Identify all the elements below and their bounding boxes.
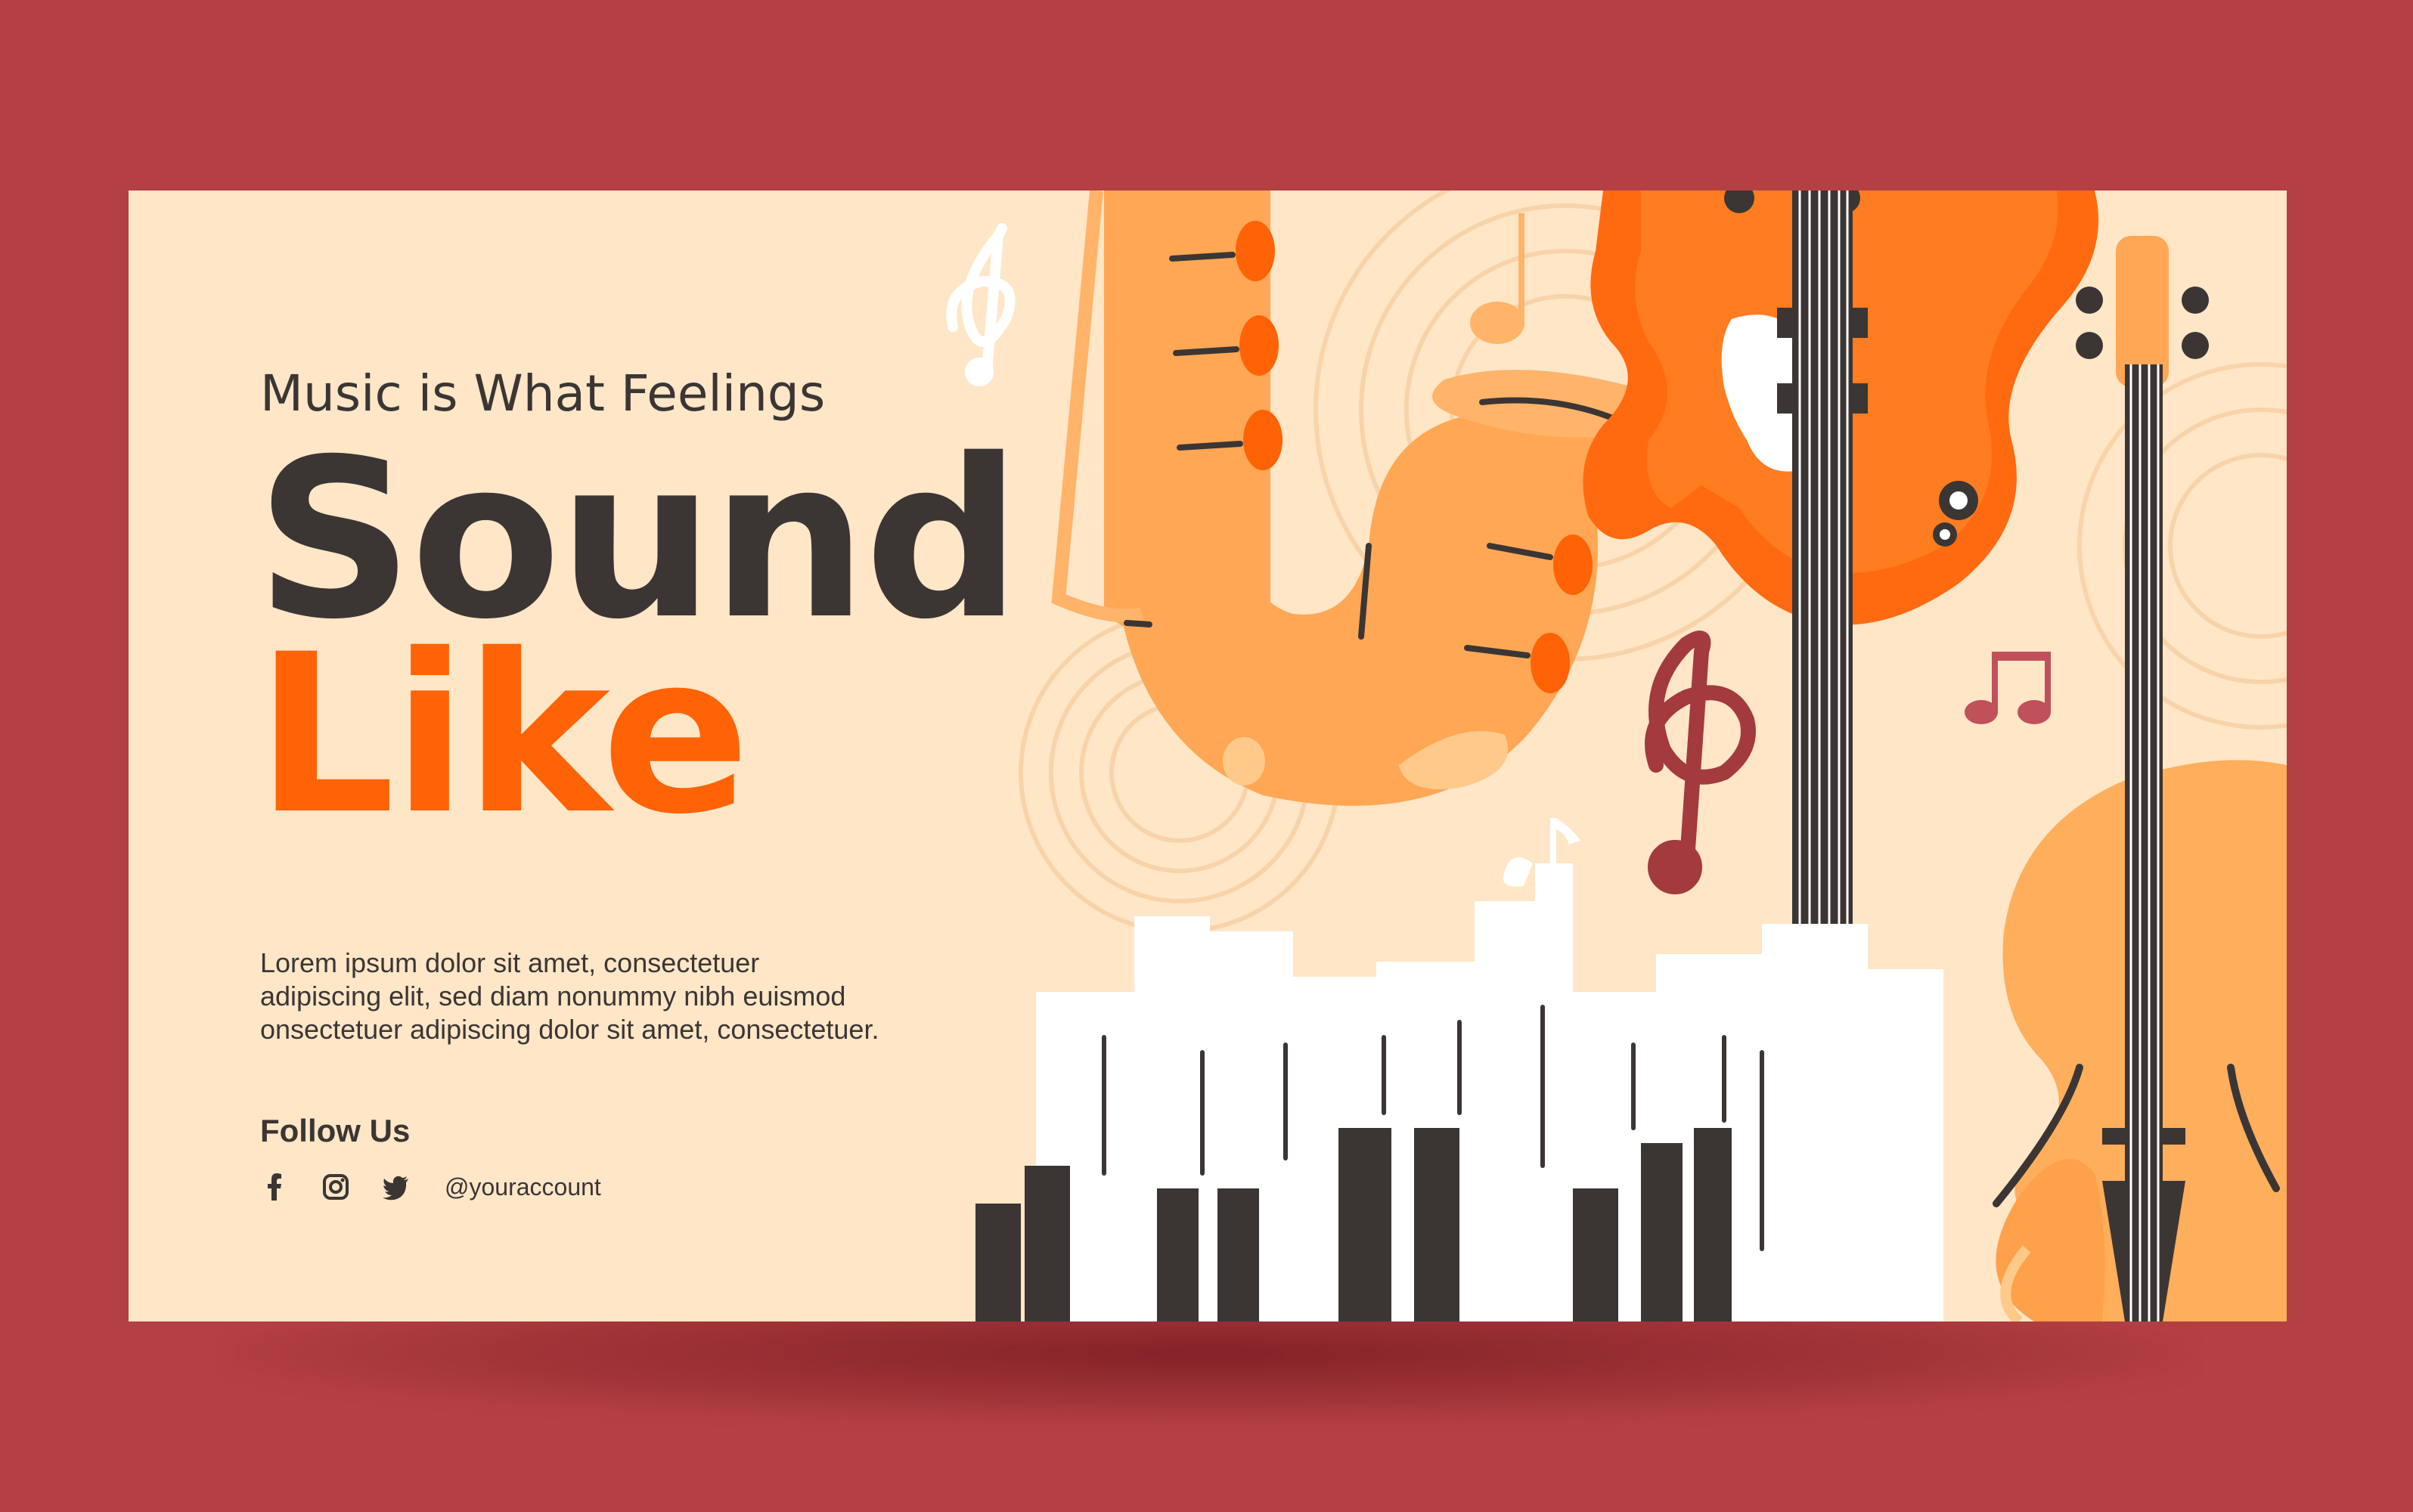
body-paragraph: Lorem ipsum dolor sit amet, consectetuer… <box>260 947 1016 1046</box>
treble-clef-icon <box>946 223 1016 386</box>
body-line: onsectetuer adipiscing dolor sit amet, c… <box>260 1014 879 1045</box>
follow-us-label: Follow Us <box>260 1113 411 1148</box>
body-line: adipiscing elit, sed diam nonummy nibh e… <box>260 981 846 1012</box>
headline-line-2: Like <box>256 608 750 863</box>
twitter-icon[interactable] <box>381 1172 411 1202</box>
facebook-icon[interactable] <box>260 1172 290 1202</box>
violin-illustration <box>1993 236 2287 1321</box>
instagram-icon[interactable] <box>321 1172 351 1202</box>
treble-clef-icon <box>1645 631 1756 894</box>
body-line: Lorem ipsum dolor sit amet, consectetuer <box>260 947 760 978</box>
social-links: @youraccount <box>260 1164 601 1210</box>
social-handle[interactable]: @youraccount <box>445 1173 601 1201</box>
music-note-icon <box>1965 652 2051 724</box>
banner-card: Music is What Feelings Sound Like Lorem … <box>129 191 2287 1321</box>
